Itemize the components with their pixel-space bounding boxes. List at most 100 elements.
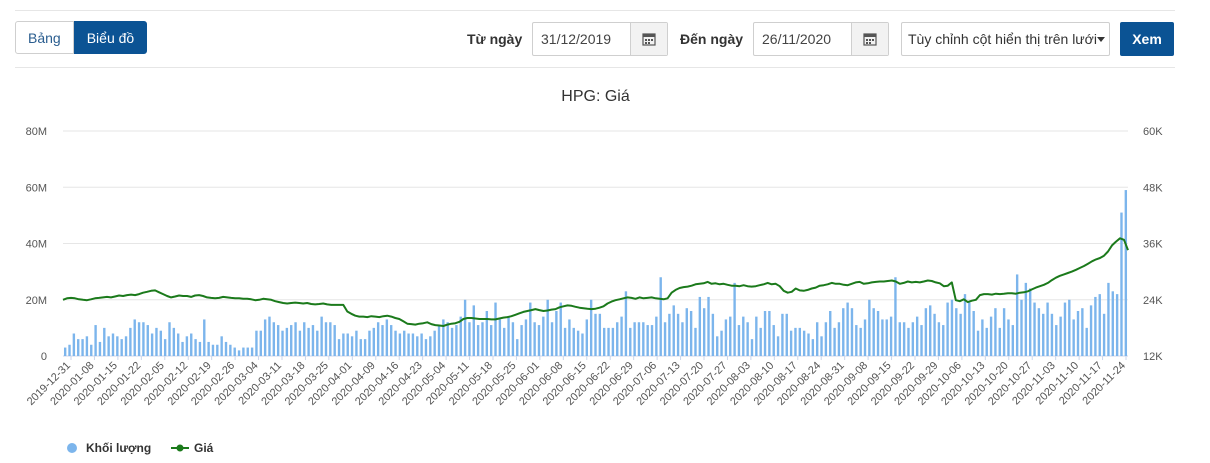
volume-bar	[63, 347, 67, 356]
volume-bar	[481, 322, 484, 356]
volume-bar	[281, 330, 284, 356]
volume-bar	[1011, 325, 1015, 356]
volume-bar	[689, 311, 693, 356]
volume-bar	[889, 316, 893, 356]
volume-bar	[272, 322, 276, 356]
volume-bar	[963, 294, 967, 356]
volume-bar	[994, 308, 997, 356]
volume-bar	[850, 308, 854, 356]
calendar-icon[interactable]	[630, 23, 667, 55]
volume-bar	[1115, 294, 1119, 356]
volume-bar	[503, 327, 506, 356]
volume-bar	[650, 325, 654, 356]
legend-volume[interactable]: Khối lượng	[66, 441, 151, 455]
volume-bar	[855, 325, 858, 356]
volume-bar	[1107, 282, 1110, 356]
tab-chart[interactable]: Biểu đồ	[73, 21, 148, 54]
volume-bar	[802, 330, 806, 356]
tab-table[interactable]: Bảng	[15, 21, 74, 54]
volume-bar	[250, 347, 254, 356]
y-right-tick-label: 12K	[1143, 351, 1163, 363]
volume-bar	[494, 302, 497, 356]
y-right-tick-label: 36K	[1143, 239, 1163, 251]
volume-bar	[585, 319, 589, 356]
volume-bar	[507, 316, 510, 356]
volume-bar	[429, 336, 432, 356]
volume-bar	[594, 313, 597, 356]
volume-bar	[1094, 296, 1097, 356]
volume-bar	[116, 336, 119, 356]
calendar-icon[interactable]	[851, 23, 888, 55]
volume-bar	[381, 325, 384, 356]
top-divider	[15, 10, 1175, 11]
legend-volume-label: Khối lượng	[86, 441, 152, 455]
volume-bar	[233, 347, 236, 356]
volume-bar	[985, 327, 988, 356]
volume-bar	[259, 330, 262, 356]
volume-bar	[94, 325, 97, 356]
to-date-value[interactable]: 26/11/2020	[754, 23, 851, 55]
volume-bar	[1042, 313, 1045, 356]
legend-price[interactable]: Giá	[171, 441, 213, 455]
to-date-label: Đến ngày	[680, 31, 744, 47]
volume-bar	[642, 322, 645, 356]
volume-bar	[933, 313, 936, 356]
volume-bar	[946, 302, 949, 356]
volume-bar	[920, 325, 923, 356]
volume-bar	[859, 327, 862, 356]
y-left-tick-label: 60M	[26, 182, 47, 194]
volume-bar	[376, 322, 380, 356]
volume-bar	[216, 344, 219, 356]
volume-bar	[389, 325, 393, 356]
volume-bar	[572, 327, 575, 356]
volume-bar	[576, 330, 580, 356]
volume-bar	[316, 330, 319, 356]
volume-bar	[533, 322, 536, 356]
volume-bar	[542, 316, 545, 356]
volume-bar	[716, 336, 719, 356]
volume-bar	[311, 325, 315, 356]
volume-bar	[729, 316, 732, 356]
volume-bar	[742, 316, 745, 356]
volume-bar	[120, 339, 123, 356]
volume-bar	[842, 308, 845, 356]
volume-bar	[815, 322, 819, 356]
volume-bar	[246, 347, 249, 356]
volume-bar	[646, 325, 649, 356]
volume-bar	[163, 339, 167, 356]
to-date-field[interactable]: 26/11/2020	[753, 22, 889, 56]
volume-bar	[868, 299, 871, 356]
volume-bar	[620, 316, 623, 356]
caret-down-icon	[1097, 37, 1105, 42]
volume-bar	[550, 322, 554, 356]
volume-bar	[463, 299, 467, 356]
y-left-tick-label: 0	[41, 351, 47, 363]
from-date-value[interactable]: 31/12/2019	[533, 23, 630, 55]
view-button[interactable]: Xem	[1120, 22, 1174, 56]
volume-bar	[1072, 319, 1075, 356]
from-date-field[interactable]: 31/12/2019	[532, 22, 668, 56]
volume-bar	[998, 327, 1001, 356]
volume-bar	[329, 322, 332, 356]
volume-bar	[1037, 308, 1041, 356]
volume-bar	[733, 282, 736, 356]
volume-bar	[437, 325, 441, 356]
volume-bar	[598, 313, 602, 356]
volume-bar	[876, 311, 880, 356]
volume-bar	[881, 319, 884, 356]
volume-bar	[472, 305, 475, 356]
volume-bar	[516, 339, 519, 356]
volume-bar	[820, 336, 823, 356]
volume-bar	[276, 325, 280, 356]
volume-bar	[198, 341, 202, 356]
volume-bar	[142, 322, 145, 356]
volume-bar	[133, 319, 136, 356]
column-select[interactable]: Tùy chỉnh cột hiển thị trên lưới	[901, 22, 1110, 56]
volume-bar	[268, 316, 271, 356]
volume-bar	[659, 277, 662, 356]
volume-bar	[616, 322, 619, 356]
legend-volume-marker-icon	[67, 443, 77, 453]
volume-bar	[972, 311, 975, 356]
volume-bar	[124, 336, 128, 356]
volume-bar	[290, 325, 293, 356]
